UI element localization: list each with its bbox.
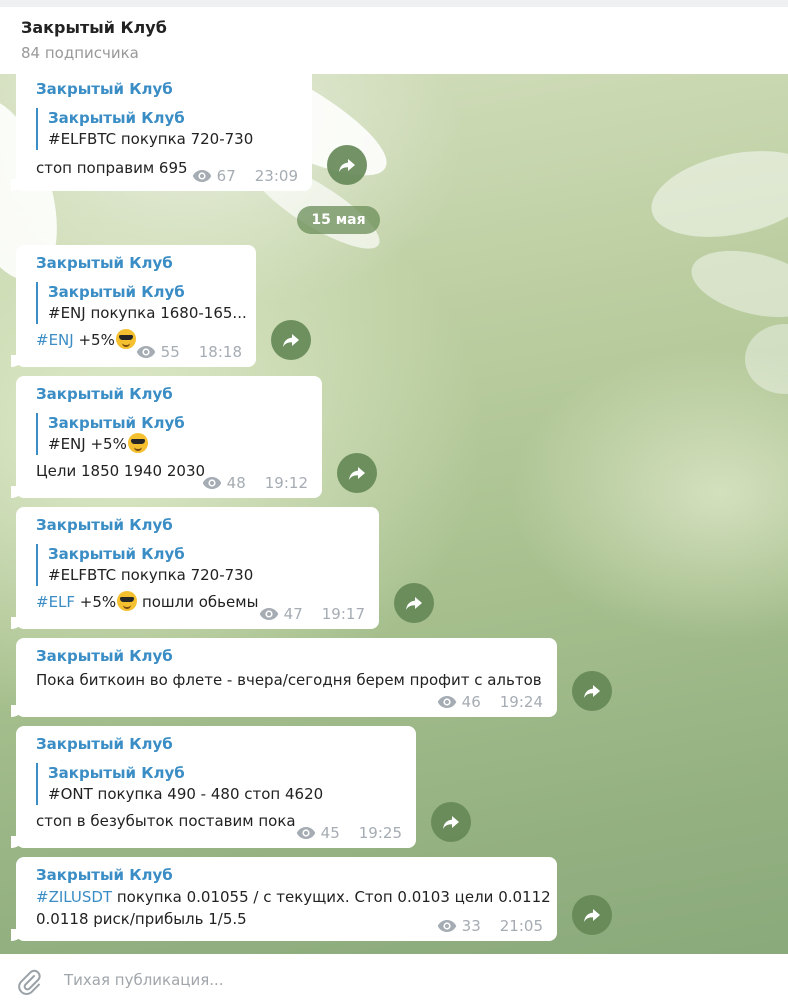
message-bubble[interactable]: Закрытый Клуб #ZILUSDT покупка 0.01055 /… [11, 857, 557, 941]
message-text: покупка 0.01055 / с текущих. Стоп 0.0103… [112, 888, 551, 906]
eye-icon [259, 607, 279, 621]
message-sender[interactable]: Закрытый Клуб [36, 253, 242, 273]
eye-icon [136, 345, 156, 359]
message-sender[interactable]: Закрытый Клуб [36, 734, 402, 754]
quote-text: #ENJ покупка 1680-165... [48, 304, 247, 322]
eye-icon [202, 476, 222, 490]
hashtag-link[interactable]: #ZILUSDT [36, 888, 112, 906]
message-text: стоп в безубыток поставим пока [36, 812, 296, 830]
reply-quote[interactable]: Закрытый Клуб #ELFBTC покупка 720-730 [36, 544, 365, 586]
message-bubble[interactable]: Закрытый Клуб Закрытый Клуб #ENJ +5% Цел… [11, 376, 322, 498]
eye-icon [296, 826, 316, 840]
hashtag-link[interactable]: #ENJ [36, 331, 74, 349]
view-count: 45 [320, 824, 340, 842]
chat-area[interactable]: Закрытый Клуб Закрытый Клуб #ELFBTC поку… [0, 74, 788, 954]
view-count: 67 [216, 167, 236, 185]
message-time: 23:09 [254, 167, 298, 185]
message-composer [0, 954, 788, 1006]
message-time: 19:17 [321, 605, 365, 623]
message-input[interactable] [64, 968, 764, 992]
share-arrow-icon [582, 681, 602, 701]
message-text-continued: пошли обьемы [137, 593, 259, 611]
sunglasses-emoji-icon [127, 433, 148, 453]
quote-sender: Закрытый Клуб [48, 283, 185, 301]
forward-button[interactable] [271, 320, 311, 360]
forward-button[interactable] [431, 802, 471, 842]
paperclip-icon[interactable] [16, 967, 42, 995]
message-text-line2: 0.0118 риск/прибыль 1/5.5 [36, 910, 247, 928]
message-meta: 48 19:12 [202, 474, 308, 492]
reply-quote[interactable]: Закрытый Клуб #ONT покупка 490 - 480 сто… [36, 763, 402, 805]
channel-title[interactable]: Закрытый Клуб [21, 18, 788, 38]
petal-decoration [745, 324, 788, 394]
message-meta: 67 23:09 [192, 167, 298, 185]
forward-button[interactable] [327, 145, 367, 185]
message-time: 21:05 [499, 917, 543, 935]
message-text: Пока биткоин во флете - вчера/сегодня бе… [36, 671, 542, 689]
message-sender[interactable]: Закрытый Клуб [36, 865, 543, 885]
view-count: 47 [283, 605, 303, 623]
date-separator: 15 мая [297, 206, 380, 234]
message-meta: 45 19:25 [296, 824, 402, 842]
quote-sender: Закрытый Клуб [48, 414, 185, 432]
subscriber-count: 84 подписчика [21, 44, 139, 62]
message-text: +5% [73, 331, 115, 349]
message-meta: 47 19:17 [259, 605, 365, 623]
channel-header[interactable]: Закрытый Клуб 84 подписчика [0, 0, 788, 74]
message-time: 18:18 [198, 343, 242, 361]
message-time: 19:25 [358, 824, 402, 842]
forward-button[interactable] [572, 895, 612, 935]
petal-decoration [643, 137, 788, 251]
message-time: 19:12 [264, 474, 308, 492]
message-meta: 55 18:18 [136, 343, 242, 361]
view-count: 55 [160, 343, 180, 361]
message-meta: 33 21:05 [437, 917, 543, 935]
message-meta: 46 19:24 [437, 693, 543, 711]
message-bubble[interactable]: Закрытый Клуб Пока биткоин во флете - вч… [11, 638, 557, 717]
quote-text: #ONT покупка 490 - 480 стоп 4620 [48, 785, 324, 803]
quote-text: #ELFBTC покупка 720-730 [48, 130, 254, 148]
eye-icon [437, 695, 457, 709]
reply-quote[interactable]: Закрытый Клуб #ENJ +5% [36, 413, 308, 455]
message-sender[interactable]: Закрытый Клуб [36, 384, 308, 404]
reply-quote[interactable]: Закрытый Клуб #ELFBTC покупка 720-730 [36, 108, 298, 150]
message-time: 19:24 [499, 693, 543, 711]
eye-icon [437, 919, 457, 933]
hashtag-link[interactable]: #ELF [36, 593, 75, 611]
quote-sender: Закрытый Клуб [48, 764, 185, 782]
message-sender[interactable]: Закрытый Клуб [36, 515, 365, 535]
message-bubble[interactable]: Закрытый Клуб Закрытый Клуб #ELFBTC поку… [11, 507, 379, 629]
share-arrow-icon [441, 812, 461, 832]
message-text: +5% [75, 593, 117, 611]
share-arrow-icon [281, 330, 301, 350]
share-arrow-icon [582, 905, 602, 925]
reply-quote[interactable]: Закрытый Клуб #ENJ покупка 1680-165... [36, 282, 247, 324]
message-bubble[interactable]: Закрытый Клуб Закрытый Клуб #ONT покупка… [11, 726, 416, 848]
quote-sender: Закрытый Клуб [48, 109, 185, 127]
share-arrow-icon [404, 593, 424, 613]
sunglasses-emoji-icon [115, 329, 136, 349]
share-arrow-icon [337, 155, 357, 175]
sunglasses-emoji-icon [117, 591, 138, 611]
eye-icon [192, 169, 212, 183]
message-bubble[interactable]: Закрытый Клуб Закрытый Клуб #ENJ покупка… [11, 245, 256, 367]
message-sender[interactable]: Закрытый Клуб [36, 646, 543, 666]
view-count: 33 [461, 917, 481, 935]
message-sender[interactable]: Закрытый Клуб [36, 79, 298, 99]
forward-button[interactable] [394, 583, 434, 623]
view-count: 48 [226, 474, 246, 492]
message-bubble[interactable]: Закрытый Клуб Закрытый Клуб #ELFBTC поку… [11, 74, 312, 191]
forward-button[interactable] [337, 453, 377, 493]
forward-button[interactable] [572, 671, 612, 711]
petal-decoration [684, 239, 788, 329]
quote-sender: Закрытый Клуб [48, 545, 185, 563]
share-arrow-icon [347, 463, 367, 483]
message-text: стоп поправим 695 [36, 159, 188, 177]
quote-text: #ENJ +5% [48, 435, 127, 453]
view-count: 46 [461, 693, 481, 711]
message-text: Цели 1850 1940 2030 [36, 462, 206, 480]
quote-text: #ELFBTC покупка 720-730 [48, 566, 254, 584]
